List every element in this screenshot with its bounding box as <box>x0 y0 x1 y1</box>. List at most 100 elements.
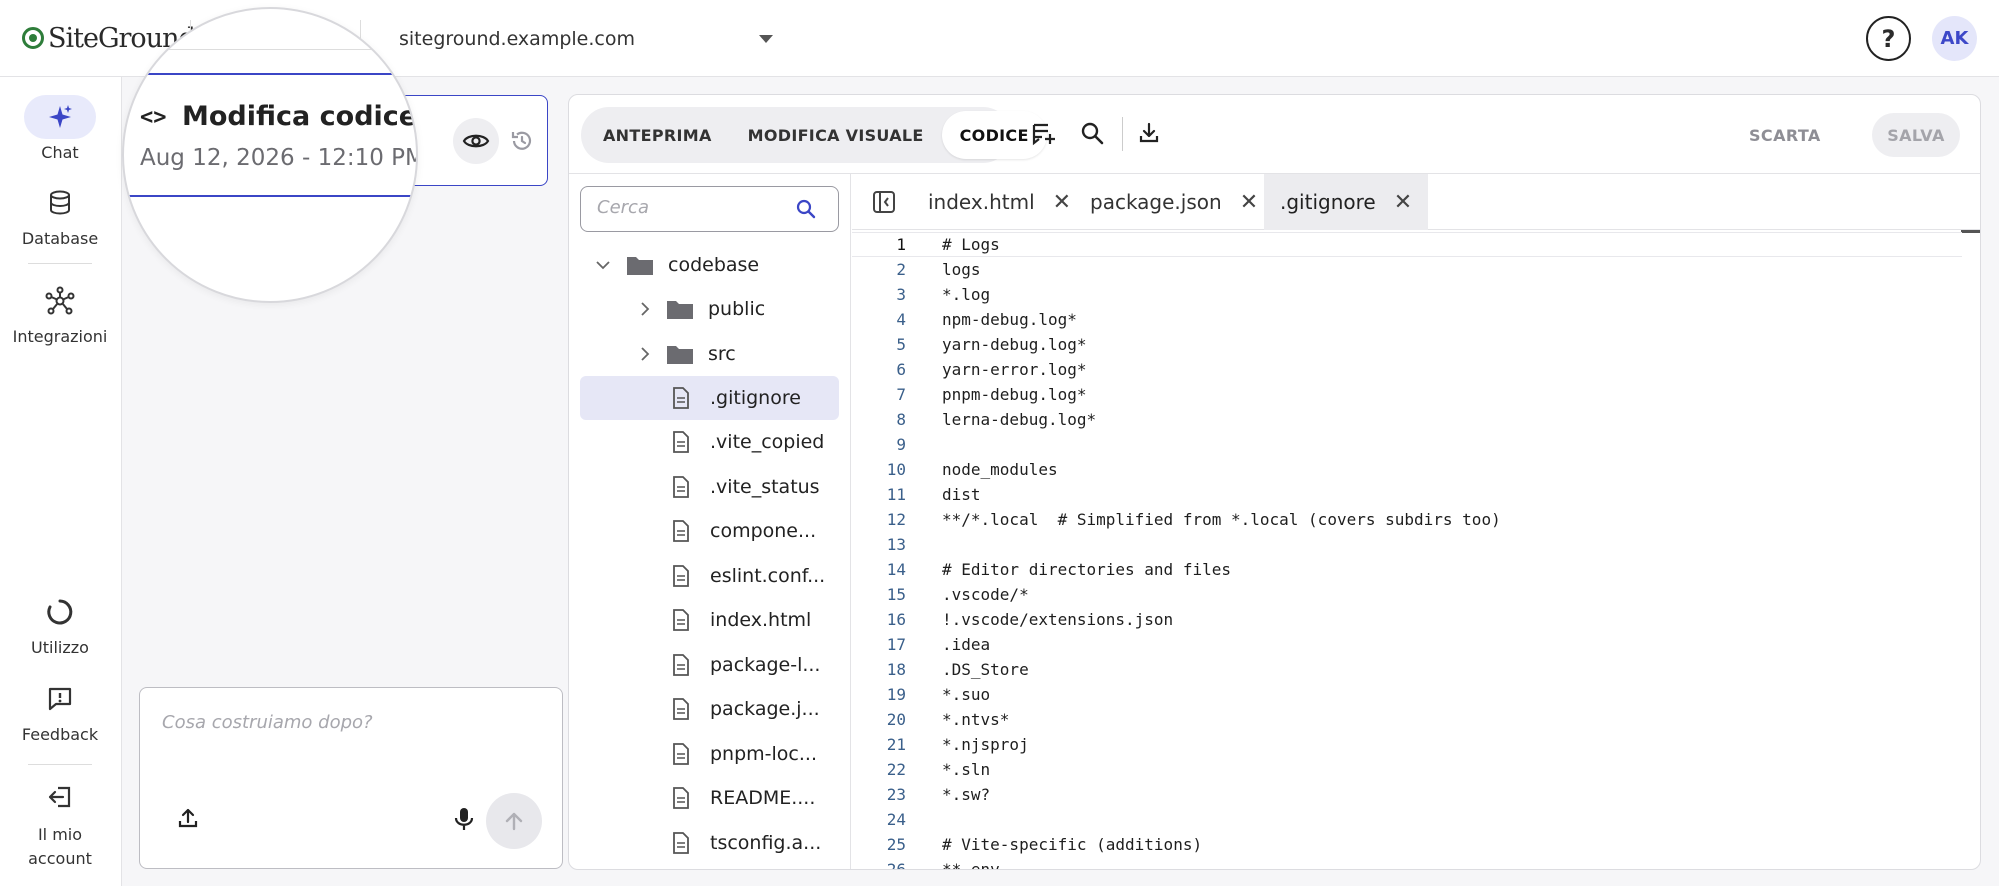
tree-item-label: eslint.conf... <box>710 565 826 587</box>
help-icon: ? <box>1881 24 1896 53</box>
save-button[interactable]: SALVA <box>1872 113 1960 157</box>
code-line[interactable]: 10 node_modules <box>852 457 1962 482</box>
code-line[interactable]: 25 # Vite-specific (additions) <box>852 832 1962 857</box>
tree-file[interactable]: package.j... <box>580 687 839 731</box>
tree-folder-public[interactable]: public <box>580 287 839 331</box>
tree-file[interactable]: compone... <box>580 509 839 553</box>
tree-file[interactable]: README.... <box>580 776 839 820</box>
code-line[interactable]: 2 logs <box>852 257 1962 282</box>
code-line[interactable]: 17 .idea <box>852 632 1962 657</box>
tree-item-label: pnpm-loc... <box>710 743 817 765</box>
code-editor-panel: ANTEPRIMA MODIFICA VISUALE CODICE SCARTA… <box>568 94 1981 870</box>
tree-folder-codebase[interactable]: codebase <box>580 243 839 287</box>
code-content[interactable]: 1 # Logs 2 logs 3 *.log 4 npm-debug.log* 5 yarn-d… <box>852 230 1980 870</box>
code-line[interactable]: 20 *.ntvs* <box>852 707 1962 732</box>
code-line[interactable]: 21 *.njsproj <box>852 732 1962 757</box>
rail-item-account[interactable]: Il mio account <box>0 775 120 871</box>
editor-tab-gitignore[interactable]: .gitignore ✕ <box>1264 174 1429 230</box>
logout-icon <box>24 775 96 819</box>
toggle-sidebar-button[interactable] <box>872 190 896 218</box>
code-line[interactable]: 6 yarn-error.log* <box>852 357 1962 382</box>
close-icon[interactable]: ✕ <box>1240 190 1258 215</box>
code-line[interactable]: 16 !.vscode/extensions.json <box>852 607 1962 632</box>
avatar-initials: AK <box>1940 28 1969 49</box>
line-number: 4 <box>896 310 906 329</box>
tree-item-label: compone... <box>710 520 817 542</box>
code-line[interactable]: 26 **.env <box>852 857 1962 870</box>
tree-file-gitignore[interactable]: .gitignore <box>580 376 839 420</box>
code-line[interactable]: 1 # Logs <box>852 232 1962 257</box>
rail-item-database[interactable]: Database <box>0 181 120 248</box>
code-line[interactable]: 12 **/*.local # Simplified from *.local (… <box>852 507 1962 532</box>
preview-version-button[interactable] <box>453 118 499 164</box>
code-text: **.env <box>942 860 1000 870</box>
line-number: 20 <box>886 710 906 729</box>
code-line[interactable]: 8 lerna-debug.log* <box>852 407 1962 432</box>
code-line[interactable]: 19 *.suo <box>852 682 1962 707</box>
tree-file[interactable]: pnpm-loc... <box>580 732 839 776</box>
line-number: 11 <box>886 485 906 504</box>
help-button[interactable]: ? <box>1866 16 1911 61</box>
discard-button[interactable]: SCARTA <box>1749 119 1821 151</box>
line-number: 16 <box>886 610 906 629</box>
file-icon <box>673 832 689 854</box>
tree-file[interactable]: .vite_copied <box>580 420 839 464</box>
restore-history-icon[interactable] <box>509 128 535 158</box>
tree-file[interactable]: .vite_status <box>580 465 839 509</box>
tree-file[interactable]: package-l... <box>580 643 839 687</box>
code-line[interactable]: 11 dist <box>852 482 1962 507</box>
folder-icon <box>667 346 693 364</box>
tree-folder-src[interactable]: src <box>580 332 839 376</box>
rail-item-label: Utilizzo <box>31 638 89 657</box>
code-line[interactable]: 7 pnpm-debug.log* <box>852 382 1962 407</box>
microphone-icon <box>454 808 474 830</box>
tab-anteprima[interactable]: ANTEPRIMA <box>585 111 730 159</box>
rail-item-utilizzo[interactable]: Utilizzo <box>0 590 120 657</box>
code-line[interactable]: 9 <box>852 432 1962 457</box>
editor-tabs: index.html ✕ package.json ✕ .gitignore ✕ <box>852 174 1980 230</box>
code-line[interactable]: 5 yarn-debug.log* <box>852 332 1962 357</box>
site-selector[interactable]: siteground.example.com <box>399 22 779 56</box>
close-icon[interactable]: ✕ <box>1394 190 1412 215</box>
view-mode-switch: ANTEPRIMA MODIFICA VISUALE CODICE <box>581 107 1047 163</box>
editor-tab-index-html[interactable]: index.html ✕ <box>912 174 1087 230</box>
search-icon[interactable] <box>795 198 817 220</box>
code-line[interactable]: 13 <box>852 532 1962 557</box>
code-line[interactable]: 3 *.log <box>852 282 1962 307</box>
code-line[interactable]: 14 # Editor directories and files <box>852 557 1962 582</box>
add-comment-button[interactable] <box>1031 121 1057 151</box>
upload-button[interactable] <box>176 806 200 834</box>
code-text: node_modules <box>942 460 1058 479</box>
code-line[interactable]: 4 npm-debug.log* <box>852 307 1962 332</box>
tree-file[interactable]: eslint.conf... <box>580 554 839 598</box>
file-icon <box>673 787 689 809</box>
tree-file[interactable]: tsconfig.a... <box>580 821 839 865</box>
download-button[interactable] <box>1137 121 1161 149</box>
line-number: 13 <box>886 535 906 554</box>
send-button[interactable] <box>486 793 542 849</box>
code-line[interactable]: 15 .vscode/* <box>852 582 1962 607</box>
file-search-input[interactable] <box>597 197 797 218</box>
code-text: .idea <box>942 635 991 654</box>
line-number: 14 <box>886 560 906 579</box>
code-line[interactable]: 18 .DS_Store <box>852 657 1962 682</box>
rail-item-integrazioni[interactable]: Integrazioni <box>0 279 120 346</box>
chat-input[interactable] <box>162 712 542 733</box>
editor-tab-package-json[interactable]: package.json ✕ <box>1074 174 1274 230</box>
scroll-marker <box>1961 230 1980 233</box>
code-line[interactable]: 23 *.sw? <box>852 782 1962 807</box>
tree-file[interactable]: index.html <box>580 598 839 642</box>
close-icon[interactable]: ✕ <box>1053 190 1071 215</box>
tab-modifica-visuale[interactable]: MODIFICA VISUALE <box>730 111 942 159</box>
microphone-button[interactable] <box>453 806 475 836</box>
rail-item-chat[interactable]: Chat <box>0 95 120 162</box>
code-line[interactable]: 24 <box>852 807 1962 832</box>
rail-item-feedback[interactable]: Feedback <box>0 677 120 744</box>
code-line[interactable]: 22 *.sln <box>852 757 1962 782</box>
tree-item-label: src <box>708 343 736 365</box>
search-code-button[interactable] <box>1080 121 1104 149</box>
site-domain: siteground.example.com <box>399 28 635 50</box>
folder-icon <box>667 301 693 319</box>
avatar[interactable]: AK <box>1932 16 1977 61</box>
database-icon <box>24 181 96 225</box>
